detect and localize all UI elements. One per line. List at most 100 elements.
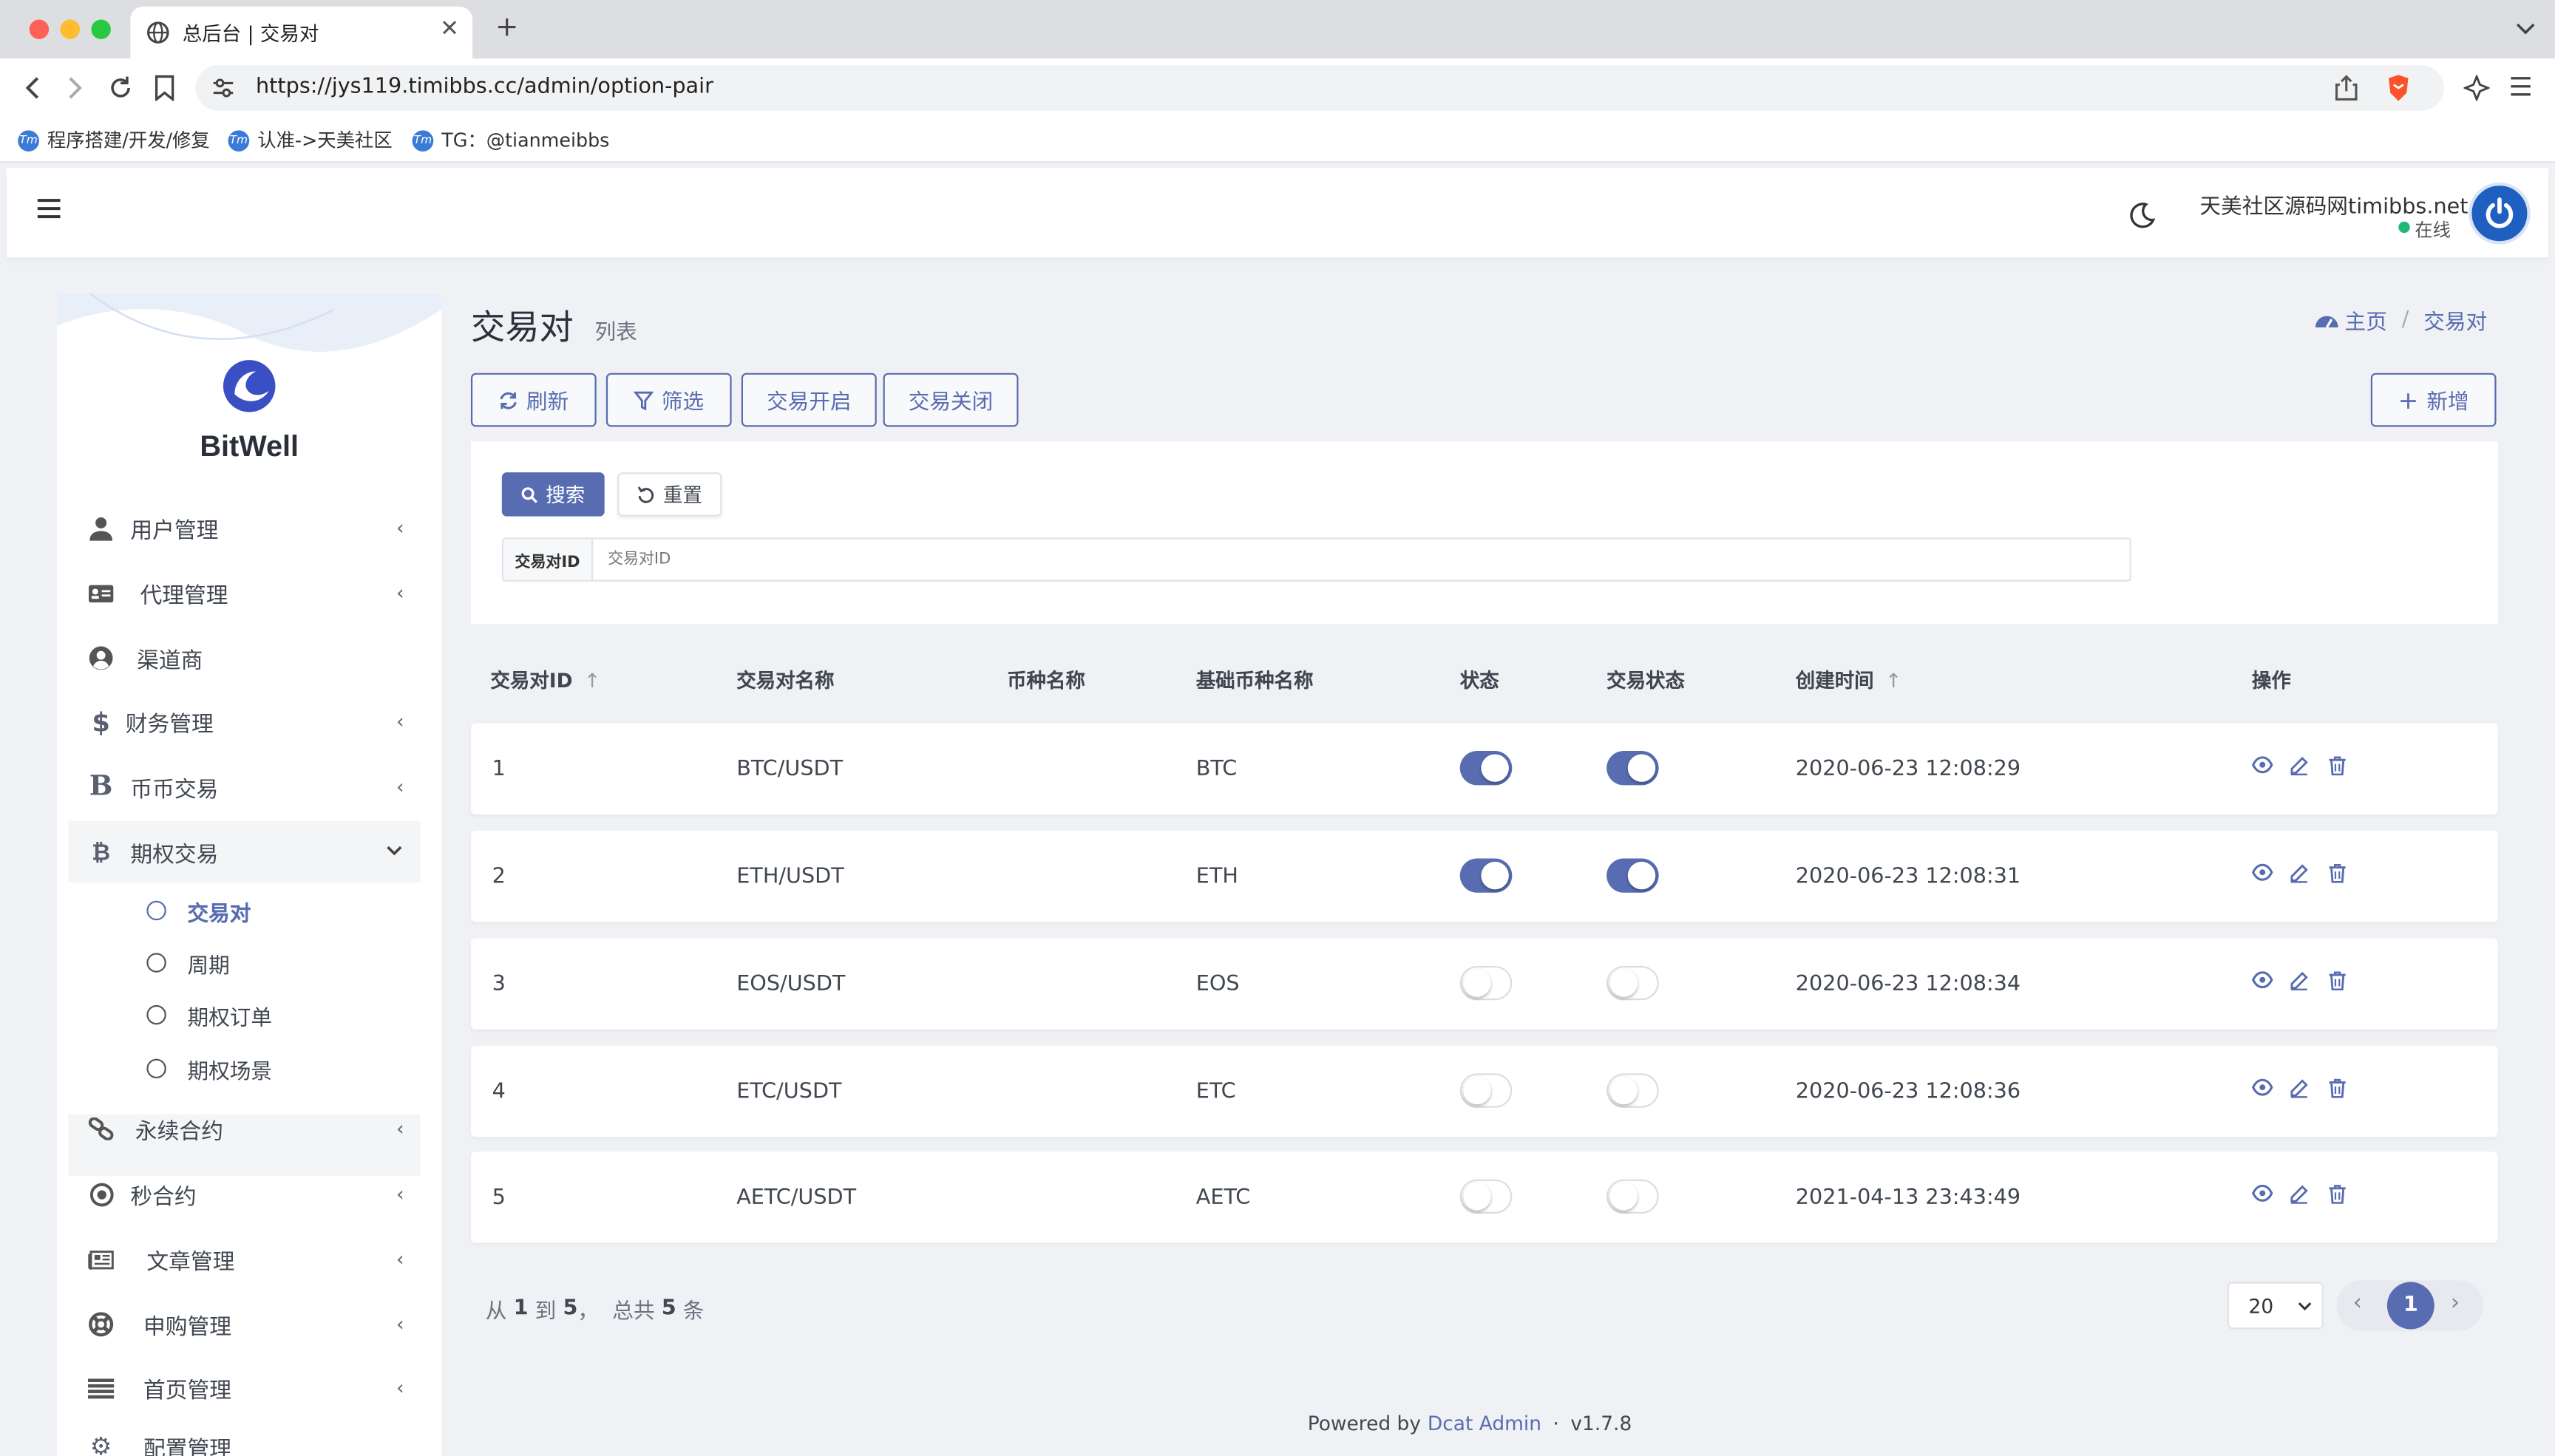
status-toggle[interactable] [1459, 858, 1513, 893]
bitwell-logo-icon [223, 360, 276, 412]
create-button[interactable]: + 新增 [2370, 372, 2497, 427]
view-icon[interactable] [2251, 1184, 2273, 1202]
new-tab-button[interactable]: + [495, 11, 518, 44]
trade-status-toggle[interactable] [1606, 751, 1659, 786]
status-toggle[interactable] [1459, 965, 1513, 1001]
view-icon[interactable] [2251, 1078, 2273, 1096]
reload-icon[interactable] [107, 75, 133, 101]
sort-arrow-icon[interactable]: ↑ [584, 669, 600, 692]
sidebar-subitem-periods[interactable]: 周期 [146, 940, 230, 986]
sidebar-item-users[interactable]: 用户管理 ‹ [69, 497, 421, 559]
column-header-name: 交易对名称 [736, 669, 835, 693]
trade-status-toggle[interactable] [1606, 1179, 1659, 1214]
bookmark-icon[interactable] [155, 75, 174, 101]
id-filter-input[interactable] [594, 539, 2130, 580]
per-page-select[interactable]: 20 [2227, 1282, 2324, 1330]
status-toggle[interactable] [1459, 751, 1513, 786]
cell-base: BTC [1195, 756, 1238, 781]
share-icon[interactable] [2335, 75, 2358, 101]
status-toggle[interactable] [1459, 1179, 1513, 1214]
bookmark-item[interactable]: Tm 认准->天美社区 [228, 127, 393, 153]
hamburger-icon[interactable] [37, 199, 61, 219]
bookmark-item[interactable]: Tm TG：@tianmeibbs [412, 127, 609, 153]
browser-tab-title: 总后台 | 交易对 [182, 22, 319, 46]
status-toggle[interactable] [1459, 1073, 1513, 1108]
column-header-id[interactable]: 交易对ID ↑ [490, 666, 600, 693]
maximize-window-button[interactable] [91, 19, 111, 39]
table-row: 4 ETC/USDT ETC 2020-06-23 12:08:36 [470, 1045, 2498, 1137]
trash-icon[interactable] [2329, 863, 2347, 883]
edit-icon[interactable] [2290, 971, 2309, 991]
breadcrumb-home[interactable]: 主页 [2345, 305, 2387, 336]
trash-icon[interactable] [2329, 756, 2347, 776]
sidebar-item-options-trading[interactable]: ₿ 期权交易 [68, 820, 421, 883]
toggle-knob [1463, 1183, 1491, 1211]
edit-icon[interactable] [2290, 863, 2309, 883]
sidebar-item-second-contract[interactable]: 秒合约 ‹ [69, 1163, 421, 1225]
trash-icon[interactable] [2329, 971, 2347, 991]
chevron-down-icon [2298, 1302, 2312, 1311]
filter-button[interactable]: 筛选 [605, 372, 732, 427]
search-button[interactable]: 搜索 [501, 472, 605, 517]
menu-icon[interactable] [2509, 77, 2532, 96]
minimize-window-button[interactable] [60, 19, 80, 39]
trade-status-toggle[interactable] [1606, 1073, 1659, 1108]
brave-shield-icon[interactable] [2386, 73, 2412, 103]
trade-close-button[interactable]: 交易关闭 [883, 372, 1019, 427]
next-page-icon[interactable]: › [2451, 1290, 2460, 1316]
trade-status-toggle[interactable] [1606, 858, 1659, 893]
edit-icon[interactable] [2290, 756, 2309, 776]
sidebar-item-articles[interactable]: 文章管理 ‹ [69, 1228, 421, 1290]
refresh-button[interactable]: 刷新 [470, 372, 597, 427]
back-icon[interactable] [23, 77, 42, 100]
chevron-left-icon: ‹ [396, 1376, 404, 1400]
prev-page-icon[interactable]: ‹ [2353, 1290, 2362, 1316]
column-header-created[interactable]: 创建时间 ↑ [1796, 666, 1901, 693]
url-text[interactable]: https://jys119.timibbs.cc/admin/option-p… [256, 75, 713, 99]
tm-logo-icon: Tm [228, 129, 250, 151]
avatar[interactable] [2469, 182, 2531, 245]
address-bar[interactable]: https://jys119.timibbs.cc/admin/option-p… [195, 65, 2445, 111]
site-settings-icon[interactable] [212, 77, 235, 100]
sort-arrow-icon[interactable]: ↑ [1885, 669, 1901, 692]
sidebar-item-perpetual[interactable]: 永续合约 ‹ [69, 1098, 421, 1160]
sidebar-item-channels[interactable]: 渠道商 [69, 627, 421, 690]
close-tab-icon[interactable]: ✕ [440, 16, 459, 42]
sidebar-item-finance[interactable]: $ 财务管理 ‹ [69, 690, 421, 752]
cell-created: 2020-06-23 12:08:29 [1795, 756, 2021, 781]
table-row: 3 EOS/USDT EOS 2020-06-23 12:08:34 [470, 938, 2498, 1030]
edit-icon[interactable] [2290, 1184, 2309, 1204]
close-window-button[interactable] [29, 19, 50, 39]
chevron-down-icon[interactable] [2516, 21, 2535, 36]
footer-brand-link[interactable]: Dcat Admin [1428, 1412, 1541, 1435]
sidebar-subitem-option-orders[interactable]: 期权订单 [146, 992, 272, 1038]
sidebar-item-spot-trading[interactable]: B 币币交易 ‹ [69, 756, 421, 818]
trash-icon[interactable] [2329, 1184, 2347, 1204]
tm-logo-icon: Tm [18, 129, 39, 151]
view-icon[interactable] [2251, 863, 2273, 881]
page-number-current[interactable]: 1 [2386, 1282, 2434, 1330]
sidebar-item-subscription[interactable]: 申购管理 ‹ [69, 1293, 421, 1355]
moon-icon[interactable] [2128, 202, 2156, 229]
column-header-trade-status: 交易状态 [1606, 669, 1685, 693]
search-icon [521, 486, 537, 503]
trade-open-button[interactable]: 交易开启 [741, 372, 877, 427]
browser-tab[interactable]: 总后台 | 交易对 ✕ [130, 6, 473, 59]
reset-button[interactable]: 重置 [617, 472, 722, 517]
edit-icon[interactable] [2290, 1078, 2309, 1098]
screen: 总后台 | 交易对 ✕ + https://jys119.timibbs.cc/… [0, 0, 2555, 1456]
cell-base: AETC [1195, 1185, 1251, 1210]
sidebar-subitem-trading-pairs[interactable]: 交易对 [146, 888, 251, 933]
trash-icon[interactable] [2329, 1078, 2347, 1098]
sidebar-item-homepage[interactable]: 首页管理 ‹ [69, 1357, 421, 1419]
sidebar-item-agents[interactable]: 代理管理 ‹ [69, 562, 421, 624]
forward-icon[interactable] [65, 77, 84, 100]
view-icon[interactable] [2251, 756, 2273, 774]
trade-status-toggle[interactable] [1606, 965, 1659, 1001]
sidebar-subitem-option-scenes[interactable]: 期权场景 [146, 1046, 272, 1092]
sparkle-icon[interactable] [2463, 75, 2490, 101]
view-icon[interactable] [2251, 971, 2273, 989]
bookmark-item[interactable]: Tm 程序搭建/开发/修复 [18, 127, 210, 153]
user-name[interactable]: 天美社区源码网timibbs.net [2199, 189, 2468, 220]
list-icon [88, 1377, 115, 1398]
